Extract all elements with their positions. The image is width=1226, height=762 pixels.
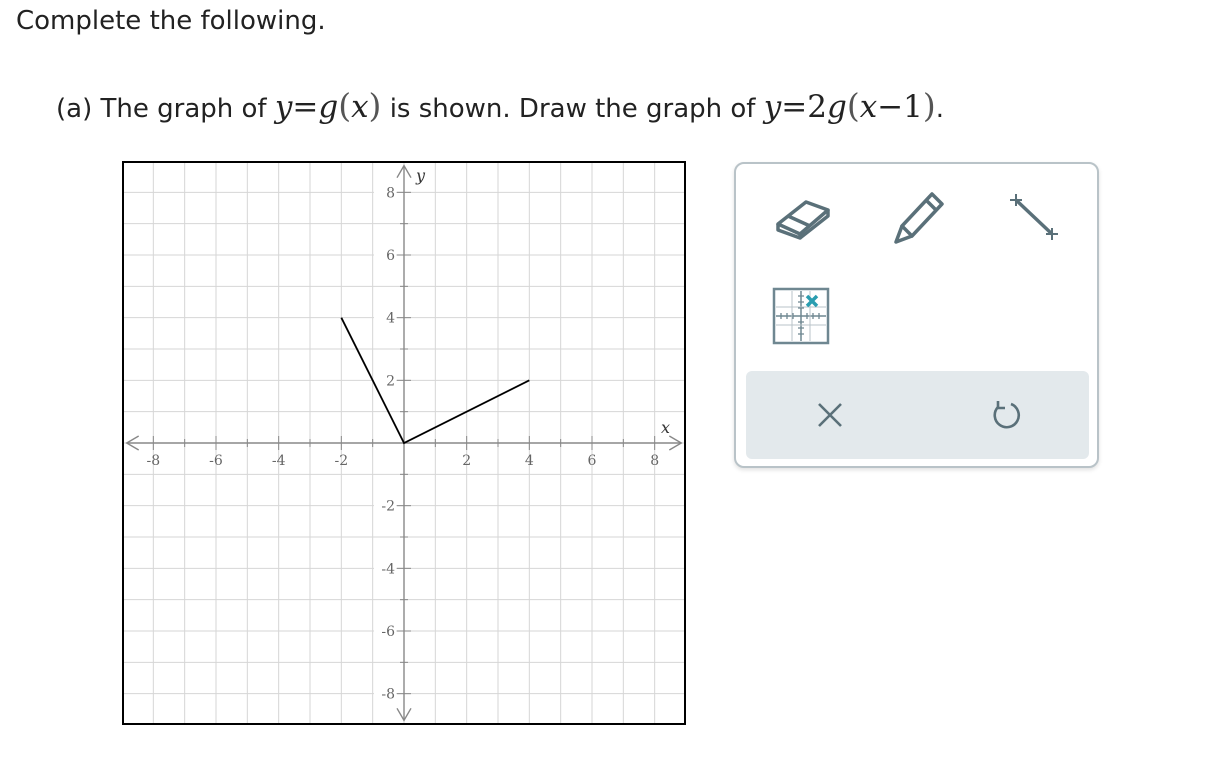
pencil-icon [894, 192, 944, 244]
x-tick-label: 4 [525, 453, 534, 469]
undo-button[interactable] [974, 389, 1038, 441]
x-tick-label: 8 [650, 453, 659, 469]
eraser-icon [776, 200, 830, 240]
line-segment-icon [1010, 194, 1058, 240]
y-tick-label: -8 [381, 687, 395, 703]
graphing-area[interactable]: -8 -6 -4 -2 2 4 6 8 8 6 4 2 -2 -4 -6 -8 x y [122, 161, 686, 725]
x-tick-label: -6 [209, 453, 223, 469]
y-tick-label: 8 [386, 185, 395, 201]
line-tool-button[interactable] [998, 184, 1066, 248]
instruction-text: Complete the following. [16, 6, 326, 36]
x-tick-label: -8 [147, 453, 161, 469]
question-text-1: The graph of [100, 94, 267, 124]
given-function-expression: y=g(x) [274, 86, 382, 125]
eraser-tool-button[interactable] [770, 188, 834, 248]
y-tick-label: -2 [381, 499, 395, 515]
x-tick-label: 6 [588, 453, 597, 469]
y-tick-label: -4 [381, 561, 395, 577]
y-tick-label: 6 [386, 248, 395, 264]
y-tick-label: 4 [386, 311, 395, 327]
y-axis-label: y [415, 166, 426, 185]
y-tick-label: 2 [386, 373, 395, 389]
graphing-toolbox [734, 162, 1099, 468]
point-tool-button[interactable] [766, 284, 836, 348]
question-text-2: is shown. Draw the graph of [389, 94, 756, 124]
graph-point-icon [772, 287, 830, 345]
x-tick-label: -4 [272, 453, 286, 469]
x-tick-label: -2 [335, 453, 349, 469]
part-label: (a) [56, 94, 93, 124]
clear-icon [818, 403, 842, 427]
undo-icon [993, 401, 1021, 429]
clear-button[interactable] [798, 389, 862, 441]
pencil-tool-button[interactable] [886, 184, 950, 248]
x-axis-label: x [661, 418, 670, 437]
coordinate-plane[interactable]: -8 -6 -4 -2 2 4 6 8 8 6 4 2 -2 -4 -6 -8 x y [122, 161, 686, 725]
question-prompt: (a) The graph of y=g(x) is shown. Draw t… [56, 86, 945, 125]
target-function-expression: y=2g(x−1) [763, 86, 936, 125]
x-tick-label: 2 [462, 453, 471, 469]
action-bar [746, 371, 1089, 459]
y-tick-label: -6 [381, 624, 395, 640]
